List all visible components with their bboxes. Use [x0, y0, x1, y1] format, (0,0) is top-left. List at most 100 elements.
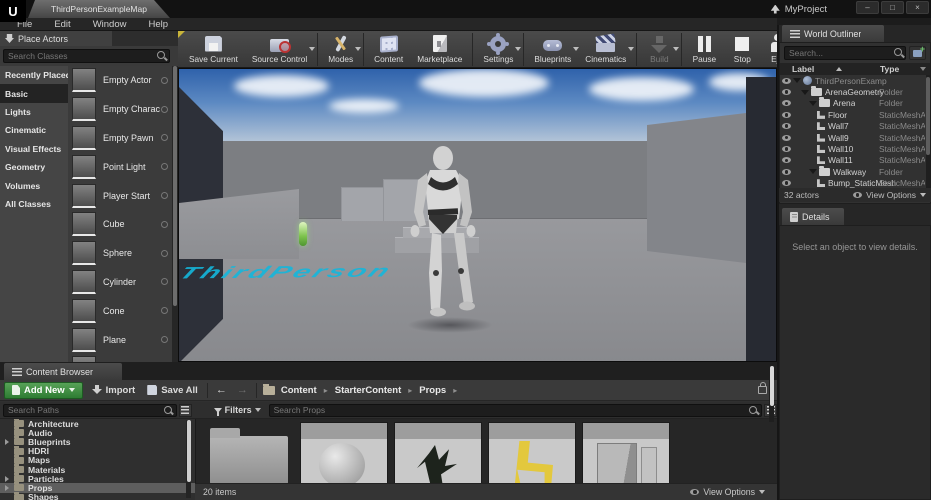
breadcrumb-separator-icon[interactable]: ▸ — [324, 386, 328, 395]
drag-handle-icon[interactable] — [161, 278, 168, 286]
outliner-row[interactable]: ArenaGeometry Folder — [780, 86, 926, 97]
outliner-search-input[interactable] — [784, 46, 906, 60]
column-filter-icon[interactable] — [920, 67, 926, 71]
asset-tile[interactable] — [582, 422, 670, 483]
toolbar-button[interactable]: Source Control — [245, 33, 316, 66]
visibility-eye-icon[interactable] — [780, 157, 793, 164]
window-control-button[interactable]: □ — [881, 1, 904, 14]
category-item[interactable]: Lights — [0, 103, 68, 121]
menu-item[interactable]: Edit — [43, 19, 81, 30]
window-control-button[interactable]: – — [856, 1, 879, 14]
asset-grid[interactable] — [195, 419, 777, 483]
category-item[interactable]: Visual Effects — [0, 140, 68, 158]
toolbar-button[interactable]: Content — [363, 33, 410, 66]
folder-tree-scrollbar[interactable] — [186, 420, 191, 498]
expander-arrow-icon[interactable] — [809, 100, 817, 106]
visibility-eye-icon[interactable] — [780, 180, 793, 187]
chevron-down-icon[interactable] — [673, 47, 680, 51]
outliner-create-folder-button[interactable] — [909, 44, 926, 60]
category-item[interactable]: Volumes — [0, 176, 68, 194]
breadcrumb-separator-icon[interactable]: ▸ — [453, 386, 457, 395]
place-actor-item[interactable]: Cylinder — [68, 268, 172, 297]
add-new-button[interactable]: Add New — [4, 381, 83, 399]
outliner-row[interactable]: Wall9 StaticMeshActor — [780, 132, 926, 143]
drag-handle-icon[interactable] — [161, 307, 168, 315]
expander-arrow-icon[interactable] — [801, 89, 809, 95]
chevron-down-icon[interactable] — [309, 47, 316, 51]
drag-handle-icon[interactable] — [161, 163, 168, 171]
drag-handle-icon[interactable] — [161, 220, 168, 228]
drag-handle-icon[interactable] — [161, 134, 168, 142]
place-actor-item[interactable]: Player Start — [68, 181, 172, 210]
content-browser-tab[interactable]: Content Browser — [4, 363, 122, 380]
category-item[interactable]: Recently Placed — [0, 66, 71, 84]
details-tab[interactable]: Details — [782, 208, 844, 225]
breadcrumb-item[interactable]: StarterContent — [335, 385, 402, 396]
world-outliner-tab[interactable]: World Outliner — [782, 25, 884, 42]
outliner-row[interactable]: Wall7 StaticMeshActor — [780, 121, 926, 132]
asset-tile[interactable] — [488, 422, 576, 483]
column-header-label[interactable]: Label — [780, 64, 843, 74]
filters-button[interactable]: Filters — [213, 405, 261, 416]
import-button[interactable]: Import — [89, 385, 139, 396]
category-item[interactable]: Basic — [0, 84, 68, 103]
place-actor-item[interactable]: Point Light — [68, 152, 172, 181]
sources-list-toggle-button[interactable] — [178, 403, 192, 417]
expander-arrow-icon[interactable] — [809, 169, 817, 175]
asset-tile[interactable] — [206, 422, 294, 483]
lock-icon[interactable] — [758, 382, 767, 394]
outliner-row[interactable]: Wall11 StaticMeshActor — [780, 155, 926, 166]
level-viewport[interactable]: ThirdPerson — [178, 68, 777, 362]
outliner-row[interactable]: Walkway Folder — [780, 165, 926, 177]
window-control-button[interactable]: × — [906, 1, 929, 14]
toolbar-button[interactable]: Save Current — [182, 33, 245, 66]
expander-arrow-icon[interactable] — [5, 484, 9, 491]
chevron-down-icon[interactable] — [515, 47, 522, 51]
document-tab[interactable]: ThirdPersonExampleMap — [28, 0, 170, 18]
toolbar-button[interactable]: Pause — [681, 33, 723, 66]
visibility-eye-icon[interactable] — [780, 168, 793, 175]
outliner-row[interactable]: Floor StaticMeshActor — [780, 109, 926, 120]
breadcrumb-item[interactable]: Content — [281, 385, 317, 396]
visibility-eye-icon[interactable] — [780, 134, 793, 141]
scrollbar-thumb[interactable] — [173, 66, 177, 306]
toolbar-button[interactable]: Blueprints — [523, 33, 580, 66]
category-item[interactable]: Cinematic — [0, 121, 68, 139]
asset-grid-scrollbar[interactable] — [769, 366, 774, 422]
asset-tile[interactable] — [300, 422, 388, 483]
chevron-down-icon[interactable] — [628, 47, 635, 51]
toolbar-button[interactable]: Modes — [317, 33, 362, 66]
place-actor-item[interactable]: Plane — [68, 325, 172, 354]
place-actor-item[interactable]: Empty Pawn — [68, 124, 172, 153]
visibility-eye-icon[interactable] — [780, 146, 793, 153]
toolbar-button[interactable]: Settings — [472, 33, 522, 66]
toolbar-button[interactable]: Marketplace — [410, 33, 469, 66]
breadcrumb-separator-icon[interactable]: ▸ — [408, 386, 412, 395]
content-view-options[interactable]: View Options — [690, 487, 765, 497]
search-paths-input[interactable] — [3, 403, 177, 417]
save-all-button[interactable]: Save All — [144, 385, 201, 396]
place-actor-item[interactable]: Sphere — [68, 239, 172, 268]
outliner-scrollbar[interactable] — [926, 75, 930, 189]
toolbar-button[interactable]: Build — [636, 33, 680, 66]
drag-handle-icon[interactable] — [161, 105, 168, 113]
search-assets-input[interactable] — [268, 403, 763, 417]
menu-item[interactable]: Window — [82, 19, 138, 30]
column-header-type[interactable]: Type — [880, 64, 899, 74]
search-classes-input[interactable] — [3, 49, 170, 63]
visibility-eye-icon[interactable] — [780, 123, 793, 130]
drag-handle-icon[interactable] — [161, 76, 168, 84]
category-item[interactable]: Geometry — [0, 158, 68, 176]
outliner-view-options[interactable]: View Options — [853, 190, 926, 200]
place-actor-item[interactable]: Cone — [68, 296, 172, 325]
place-actors-tab[interactable]: Place Actors — [0, 31, 112, 46]
outliner-row[interactable]: Wall10 StaticMeshActor — [780, 143, 926, 154]
place-actor-item[interactable]: Box Trigger — [68, 354, 172, 362]
toolbar-button[interactable]: Cinematics — [578, 33, 635, 66]
outliner-row[interactable]: Arena Folder — [780, 97, 926, 109]
expander-arrow-icon[interactable] — [793, 78, 801, 84]
toolbar-button[interactable]: Stop — [723, 33, 761, 66]
visibility-eye-icon[interactable] — [780, 77, 793, 84]
back-button[interactable]: ← — [214, 384, 229, 396]
drag-handle-icon[interactable] — [161, 192, 168, 200]
